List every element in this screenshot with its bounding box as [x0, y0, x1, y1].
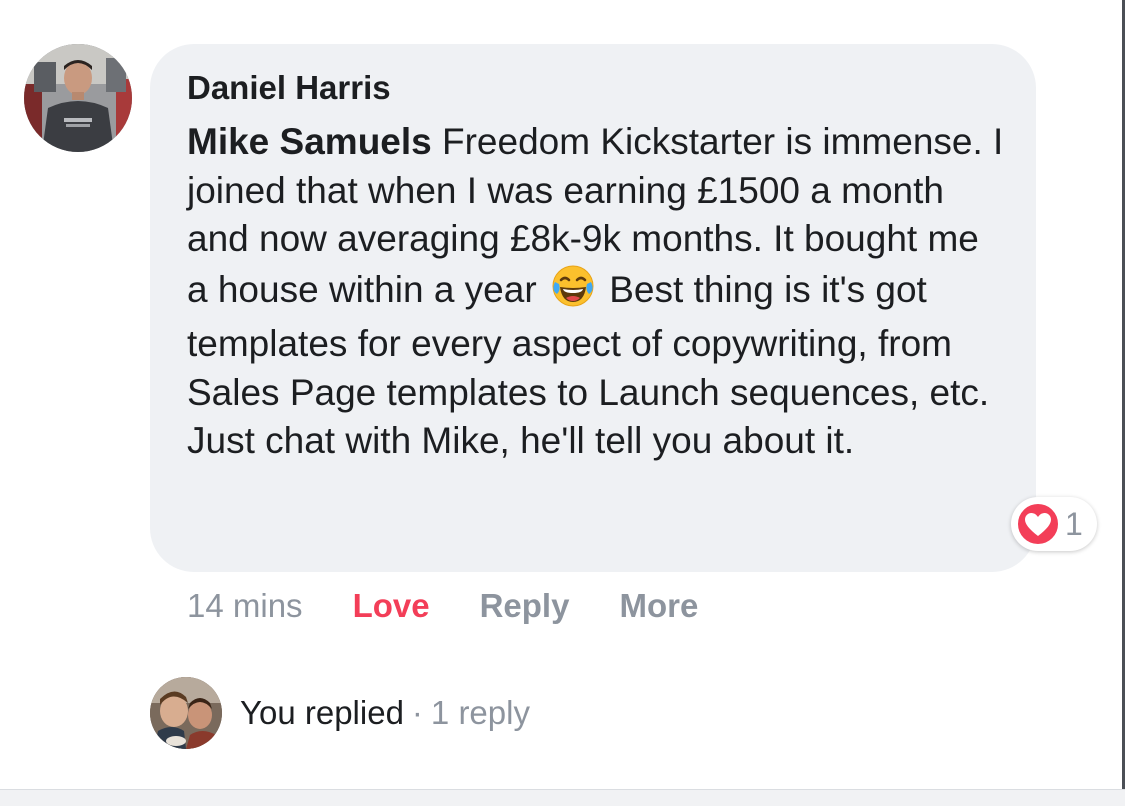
comment-author-name[interactable]: Daniel Harris: [187, 66, 1006, 110]
tears-of-joy-emoji-icon: [551, 264, 595, 321]
comment-body: Mike Samuels Freedom Kickstarter is imme…: [187, 118, 1009, 466]
replier-avatar: [150, 677, 222, 749]
comment-timestamp[interactable]: 14 mins: [187, 587, 303, 625]
more-button[interactable]: More: [619, 587, 698, 625]
reply-summary-separator: ·: [411, 694, 423, 731]
heart-icon: [1016, 502, 1060, 546]
reaction-count: 1: [1065, 506, 1083, 542]
bottom-divider: [0, 789, 1125, 806]
replier-avatar-photo: [150, 677, 222, 749]
comment-thread: Daniel Harris Mike Samuels Freedom Kicks…: [0, 0, 1125, 806]
author-avatar[interactable]: [24, 44, 132, 152]
reply-count: 1 reply: [430, 694, 530, 731]
reply-button[interactable]: Reply: [480, 587, 570, 625]
reply-summary-label: You replied: [240, 694, 404, 731]
reply-summary[interactable]: You replied · 1 reply: [150, 677, 530, 749]
author-avatar-photo: [24, 44, 132, 152]
comment-bubble: Daniel Harris Mike Samuels Freedom Kicks…: [150, 44, 1036, 572]
reaction-summary[interactable]: 1: [1011, 497, 1097, 551]
love-button[interactable]: Love: [353, 587, 430, 625]
mention-link[interactable]: Mike Samuels: [187, 121, 432, 162]
comment-actions: 14 mins Love Reply More: [187, 586, 698, 626]
